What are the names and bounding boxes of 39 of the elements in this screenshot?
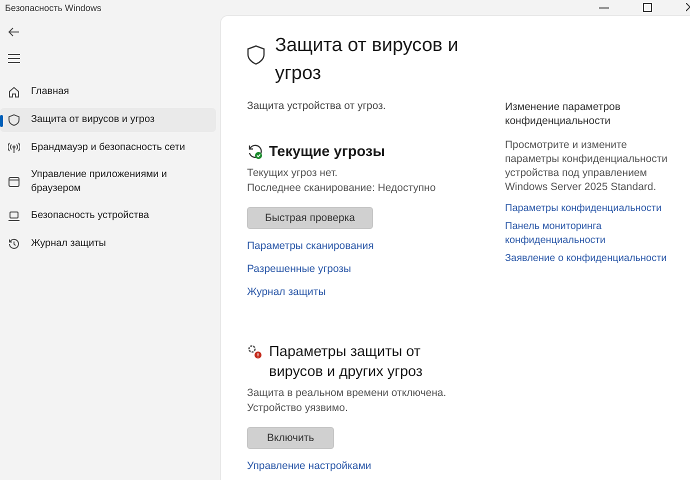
gear-warning-icon — [247, 344, 263, 360]
home-icon — [8, 86, 20, 98]
status-text: Текущих угроз нет. — [247, 166, 338, 181]
scan-ok-icon — [247, 144, 263, 160]
app-window-icon — [8, 176, 20, 188]
aside-title: Изменение параметров конфиденциальности — [505, 100, 622, 128]
antenna-icon — [8, 142, 20, 154]
privacy-link[interactable]: Панель мониторинга конфиденциальности — [505, 220, 675, 248]
action-button[interactable]: Включить — [247, 427, 334, 449]
link[interactable]: Журнал защиты — [247, 285, 326, 300]
status-text: Устройство уязвимо. — [247, 401, 348, 416]
aside-text: Просмотрите и измените параметры конфиденциальности устройства под управлением Windows Server 2025 Standard. — [505, 138, 669, 194]
page-subtitle: Защита устройства от угроз. — [247, 100, 387, 112]
window-title: Безопасность Windows — [4, 2, 102, 12]
sidebar-item[interactable]: Управление приложениями и браузером — [0, 164, 216, 200]
sidebar-item[interactable]: Брандмауэр и безопасность сети — [0, 136, 216, 160]
privacy-link[interactable]: Параметры конфиденциальности — [505, 202, 675, 216]
status-text: Защита в реальном времени отключена. — [247, 386, 446, 401]
link[interactable]: Параметры сканирования — [247, 239, 374, 254]
sidebar-item[interactable]: Защита от вирусов и угроз — [0, 108, 216, 132]
close-icon[interactable] — [686, 3, 690, 12]
history-icon — [8, 238, 20, 250]
back-arrow-icon[interactable] — [8, 27, 20, 37]
sidebar-item[interactable]: Журнал защиты — [0, 232, 216, 256]
shield-icon — [8, 114, 20, 126]
link[interactable]: Разрешенные угрозы — [247, 262, 352, 277]
link[interactable]: Управление настройками — [247, 459, 372, 474]
menu-icon[interactable] — [8, 54, 20, 63]
status-text: Последнее сканирование: Недоступно — [247, 181, 436, 196]
shield-icon — [247, 45, 265, 65]
laptop-icon — [8, 210, 20, 222]
sidebar-item[interactable]: Главная — [0, 80, 216, 104]
action-button[interactable]: Быстрая проверка — [247, 207, 373, 229]
privacy-link[interactable]: Заявление о конфиденциальности — [505, 252, 675, 266]
section-title: Параметры защиты от вирусов и других угроз — [269, 343, 424, 382]
page-title: Защита от вирусов и угроз — [275, 34, 460, 86]
sidebar-item[interactable]: Безопасность устройства — [0, 204, 216, 228]
section-title: Текущие угрозы — [269, 143, 385, 162]
maximize-icon[interactable] — [643, 3, 652, 12]
